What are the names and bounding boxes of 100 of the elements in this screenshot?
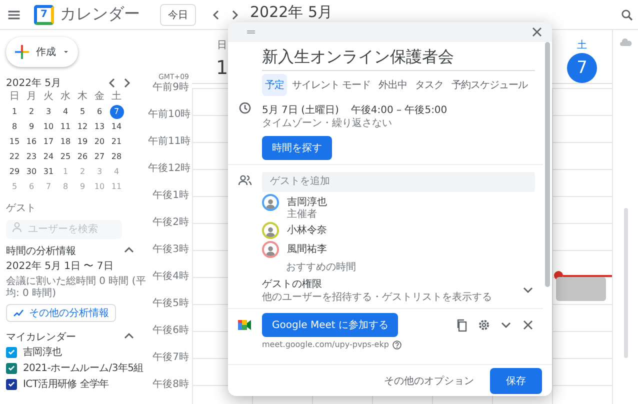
mini-calendar-title: 2022年 5月 <box>6 77 62 90</box>
weekday-label: 日 <box>8 90 20 104</box>
scrollbar[interactable] <box>624 208 628 358</box>
event-title-field[interactable]: 新入生オンライン保護者会 <box>262 46 535 71</box>
event-type-tab[interactable]: 予約スケジュール <box>448 74 531 96</box>
weekday-label: 土 <box>110 90 122 104</box>
event-date[interactable]: 5月 7日 (土曜日) <box>262 103 339 117</box>
close-icon[interactable] <box>521 318 535 332</box>
trend-icon <box>13 308 25 318</box>
weekday-label: 日 <box>217 39 227 51</box>
close-icon[interactable] <box>530 25 544 39</box>
mini-calendar-day[interactable]: 2 <box>24 104 38 118</box>
day-number[interactable]: 1 <box>216 53 228 83</box>
save-button[interactable]: 保存 <box>490 368 542 394</box>
calendar-logo: 7 <box>34 4 54 24</box>
permissions-title[interactable]: ゲストの権限 <box>262 276 521 290</box>
time-label: 午前10時 <box>148 109 192 121</box>
mini-calendar-day[interactable]: 25 <box>58 150 72 164</box>
checkbox[interactable] <box>6 346 17 358</box>
clock-icon <box>238 101 252 115</box>
mini-calendar-day[interactable]: 21 <box>110 134 124 148</box>
weekday-label: 木 <box>76 90 88 104</box>
guest-name: 吉岡淳也 <box>287 196 327 208</box>
time-label: 午後6時 <box>152 325 190 337</box>
people-icon <box>238 173 252 188</box>
copy-icon[interactable] <box>455 318 469 332</box>
recurrence-text[interactable]: タイムゾーン・繰り返さない <box>262 118 535 130</box>
today-button[interactable]: 今日 <box>160 4 196 26</box>
mini-calendar-day[interactable]: 31 <box>42 164 56 178</box>
weekday-label: 金 <box>94 90 106 104</box>
join-meet-button[interactable]: Google Meet に参加する <box>262 312 398 336</box>
mini-calendar-day[interactable]: 10 <box>42 120 56 134</box>
mini-calendar-day[interactable]: 9 <box>24 120 38 134</box>
meeting-summary: 会議に割いた総時間 0 時間 (平均: 0 時間) <box>6 276 147 300</box>
mini-calendar-day[interactable]: 4 <box>58 104 72 118</box>
mini-calendar-day[interactable]: 18 <box>58 134 72 148</box>
time-label: 午後12時 <box>148 163 192 175</box>
people-search-field[interactable]: ユーザーを検索 <box>6 220 122 239</box>
time-label: 午後2時 <box>152 217 190 229</box>
time-label: 午後3時 <box>152 244 190 256</box>
checkbox[interactable] <box>6 378 17 390</box>
search-icon[interactable] <box>620 8 634 22</box>
time-label: 午後7時 <box>152 352 190 364</box>
mini-calendar-day[interactable]: 3 <box>42 104 56 118</box>
settings-icon[interactable] <box>477 318 491 332</box>
guest-name: 小林令奈 <box>287 224 327 236</box>
time-label: 午前9時 <box>152 82 190 94</box>
calendar-name: 2021-ホームルーム/3年5組 <box>23 362 144 375</box>
suggested-times-link[interactable]: おすすめの時間 <box>286 262 535 274</box>
time-label: 午前11時 <box>148 136 192 148</box>
mini-calendar-day[interactable]: 26 <box>76 150 90 164</box>
mini-calendar-day[interactable]: 7 <box>110 104 124 118</box>
mini-calendar-day[interactable]: 20 <box>92 134 106 148</box>
calendar-name: ICT活用研修 全学年 <box>23 378 109 391</box>
day-number[interactable]: 7 <box>567 53 597 83</box>
mini-calendar-day[interactable]: 29 <box>8 164 22 178</box>
weekday-label: 火 <box>42 90 54 104</box>
time-label: 午後4時 <box>152 271 190 283</box>
mini-calendar-day[interactable]: 22 <box>8 150 22 164</box>
permissions-subtitle: 他のユーザーを招待する・ゲストリストを表示する <box>262 292 493 304</box>
calendar-name: 吉岡淳也 <box>23 346 62 359</box>
mini-calendar-day[interactable]: 16 <box>24 134 38 148</box>
more-options-button[interactable]: その他のオプション <box>378 372 480 388</box>
add-guest-field[interactable]: ゲストを追加 <box>262 172 535 192</box>
mini-calendar-day[interactable]: 5 <box>76 104 90 118</box>
mini-calendar-day[interactable]: 17 <box>42 134 56 148</box>
mini-calendar-day[interactable]: 28 <box>110 150 124 164</box>
caret-icon <box>62 48 70 56</box>
guest-name: 風間祐李 <box>287 242 327 256</box>
help-icon[interactable] <box>392 340 402 350</box>
mini-calendar-day[interactable]: 11 <box>58 120 72 134</box>
video-camera-icon <box>238 318 252 330</box>
mini-calendar-day[interactable]: 14 <box>110 120 124 134</box>
mini-calendar-day[interactable]: 23 <box>24 150 38 164</box>
event-time[interactable]: 午後4:00 – 午後5:00 <box>350 103 448 117</box>
event-type-tab[interactable]: 予定 <box>262 74 287 96</box>
guest-role: 主催者 <box>287 208 318 220</box>
mini-calendar-day[interactable]: 1 <box>8 104 22 118</box>
mini-calendar-day[interactable]: 15 <box>8 134 22 148</box>
scrollbar[interactable] <box>545 42 550 287</box>
mini-calendar-day[interactable]: 12 <box>76 120 90 134</box>
mini-calendar-day[interactable]: 27 <box>92 150 106 164</box>
guest-label: ゲスト <box>6 202 37 214</box>
create-button[interactable]: 作成 <box>6 37 78 67</box>
find-time-button[interactable]: 時間を探す <box>262 136 332 160</box>
event-type-tab[interactable]: タスク <box>412 74 447 96</box>
mini-calendar-day[interactable]: 24 <box>42 150 56 164</box>
mini-calendar-day[interactable]: 13 <box>92 120 106 134</box>
mini-calendar-day[interactable]: 6 <box>92 104 106 118</box>
mini-calendar-day[interactable]: 19 <box>76 134 90 148</box>
mini-calendar-day[interactable]: 30 <box>24 164 38 178</box>
mini-calendar-day[interactable]: 8 <box>8 120 22 134</box>
checkbox[interactable] <box>6 362 17 374</box>
more-insights-button[interactable]: その他の分析情報 <box>6 304 116 322</box>
meet-link[interactable]: meet.google.com/upy-pvps-ekp <box>262 340 389 349</box>
event-type-tab[interactable]: 外出中 <box>376 74 410 96</box>
time-label: 午後1時 <box>152 190 190 202</box>
weekday-label: 土 <box>577 38 587 51</box>
event-type-tab[interactable]: サイレント モード <box>289 74 374 96</box>
weekday-label: 水 <box>60 90 72 104</box>
